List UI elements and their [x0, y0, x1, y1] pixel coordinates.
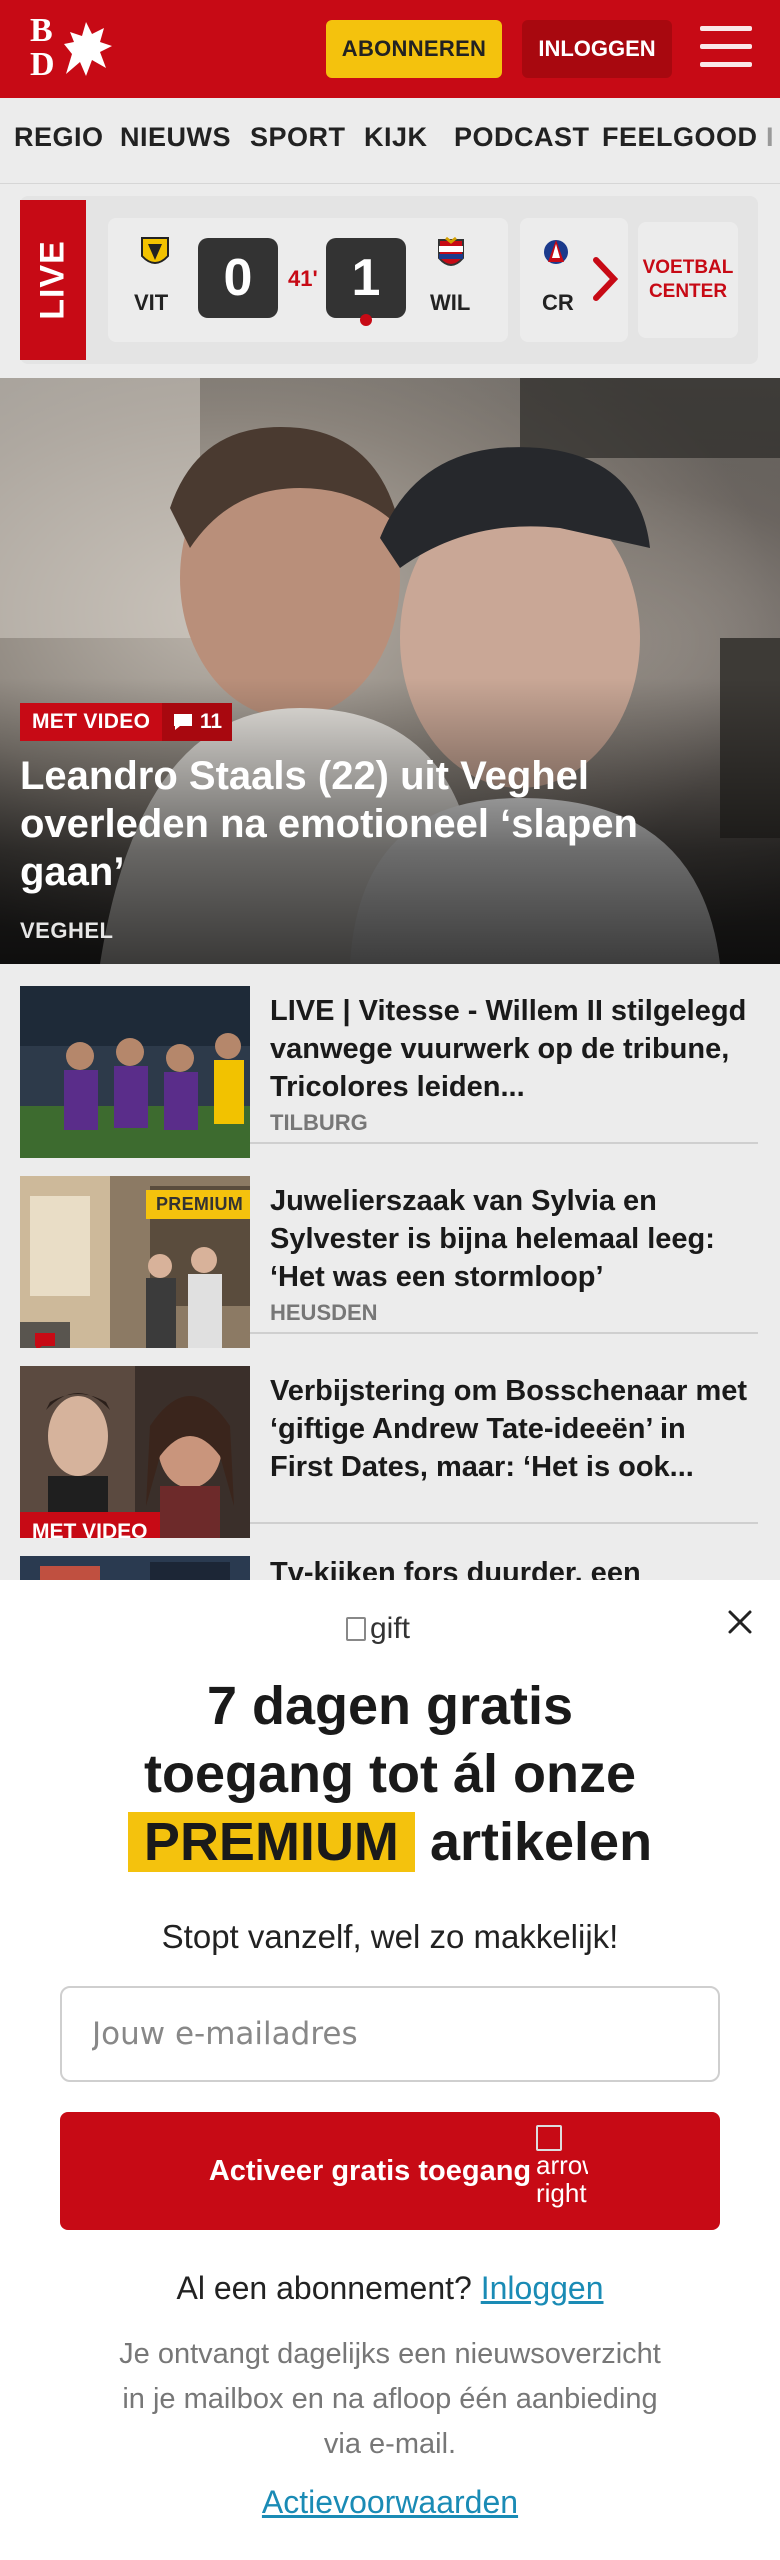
arrow-right-icon: arrow right: [536, 2122, 588, 2222]
email-field[interactable]: [60, 1986, 720, 2082]
logo-letter-d: D: [30, 46, 55, 83]
premium-badge: PREMIUM: [146, 1190, 250, 1219]
list-item[interactable]: MET VIDEO Verbijstering om Bosschenaar m…: [20, 1352, 758, 1538]
gift-icon: gift: [346, 1612, 410, 1646]
nav-item-sport[interactable]: SPORT: [250, 122, 346, 153]
away-team-name: WIL: [430, 290, 471, 315]
cta-label: Activeer gratis toegang: [208, 2154, 532, 2187]
list-item[interactable]: LIVE | Vitesse - Willem II stilgelegd va…: [20, 972, 758, 1158]
close-icon[interactable]: [722, 1604, 758, 1640]
hero-title[interactable]: Leandro Staals (22) uit Veghel overleden…: [20, 752, 720, 896]
nav-item-more[interactable]: I: [766, 122, 774, 153]
list-item[interactable]: PREMIUM Juwelierszaak van Sylvia en Sylv…: [20, 1162, 758, 1348]
article-thumbnail: MET VIDEO: [20, 1366, 250, 1538]
comment-icon: [35, 1333, 55, 1348]
live-match-card[interactable]: VIT 0 41' 1 WIL: [108, 218, 508, 342]
home-score: 0: [198, 238, 278, 318]
bd-logo[interactable]: B D: [26, 14, 116, 84]
comment-count-badge[interactable]: 11: [162, 703, 232, 741]
nav-item-kijk[interactable]: KIJK: [364, 122, 428, 153]
article-list: LIVE | Vitesse - Willem II stilgelegd va…: [0, 964, 780, 1596]
comment-indicator: [20, 1322, 70, 1348]
chevron-right-icon[interactable]: [590, 256, 620, 302]
site-header: B D ABONNEREN INLOGGEN: [0, 0, 780, 98]
activate-trial-button[interactable]: Activeer gratis toegang arrow right: [60, 2112, 720, 2230]
already-subscribed-line: Al een abonnement? Inloggen: [176, 2270, 604, 2306]
voetbal-center-button[interactable]: VOETBAL CENTER: [638, 222, 738, 338]
inloggen-link[interactable]: Inloggen: [481, 2270, 604, 2306]
nav-item-regio[interactable]: REGIO: [14, 122, 104, 153]
premium-highlight: PREMIUM: [127, 1812, 415, 1872]
comment-icon: [173, 714, 192, 730]
article-title[interactable]: Verbijstering om Bosschenaar met ‘giftig…: [270, 1372, 750, 1486]
nav-item-feelgood[interactable]: FEELGOOD: [602, 122, 758, 153]
info-text: Je ontvangt dagelijks een nieuwsoverzich…: [119, 2338, 661, 2460]
article-thumbnail: PREMIUM: [20, 1176, 250, 1348]
article-title[interactable]: Juwelierszaak van Sylvia en Sylvester is…: [270, 1182, 750, 1296]
modal-subtitle: Stopt vanzelf, wel zo makkelijk!: [161, 1918, 619, 1955]
section-nav: REGIO NIEUWS SPORT KIJK PODCAST FEELGOOD…: [0, 98, 780, 184]
home-team-name: VIT: [134, 290, 169, 315]
premium-trial-modal: gift 7 dagen gratis toegang tot ál onze …: [0, 1580, 780, 2560]
modal-title: 7 dagen gratis toegang tot ál onze PREMI…: [40, 1672, 740, 1876]
article-thumbnail: [20, 986, 250, 1158]
comment-count: 11: [199, 710, 223, 733]
video-tag: MET VIDEO: [20, 703, 163, 741]
vitesse-crest-icon: [141, 237, 169, 264]
menu-icon[interactable]: [700, 26, 752, 72]
dragon-icon: [64, 22, 112, 76]
nav-item-podcast[interactable]: PODCAST: [454, 122, 590, 153]
logo-letter-b: B: [30, 12, 53, 49]
willem-ii-crest-icon: [438, 236, 464, 266]
away-score: 1: [326, 238, 406, 318]
article-location: TILBURG: [270, 1110, 368, 1135]
crystal-palace-crest-icon: [544, 240, 568, 264]
article-location: HEUSDEN: [270, 1300, 378, 1325]
nav-item-nieuws[interactable]: NIEUWS: [120, 122, 231, 153]
match-minute: 41': [288, 266, 318, 291]
video-tag: MET VIDEO: [20, 1512, 160, 1538]
terms-link[interactable]: Actievoorwaarden: [40, 2484, 740, 2521]
hero-location: VEGHEL: [20, 918, 114, 943]
live-label: LIVE: [20, 200, 86, 360]
login-button[interactable]: INLOGGEN: [522, 20, 672, 78]
article-title[interactable]: LIVE | Vitesse - Willem II stilgelegd va…: [270, 992, 750, 1106]
subscribe-button[interactable]: ABONNEREN: [326, 20, 502, 78]
next-team-name: CR: [542, 290, 574, 315]
live-indicator-icon: [360, 314, 372, 326]
